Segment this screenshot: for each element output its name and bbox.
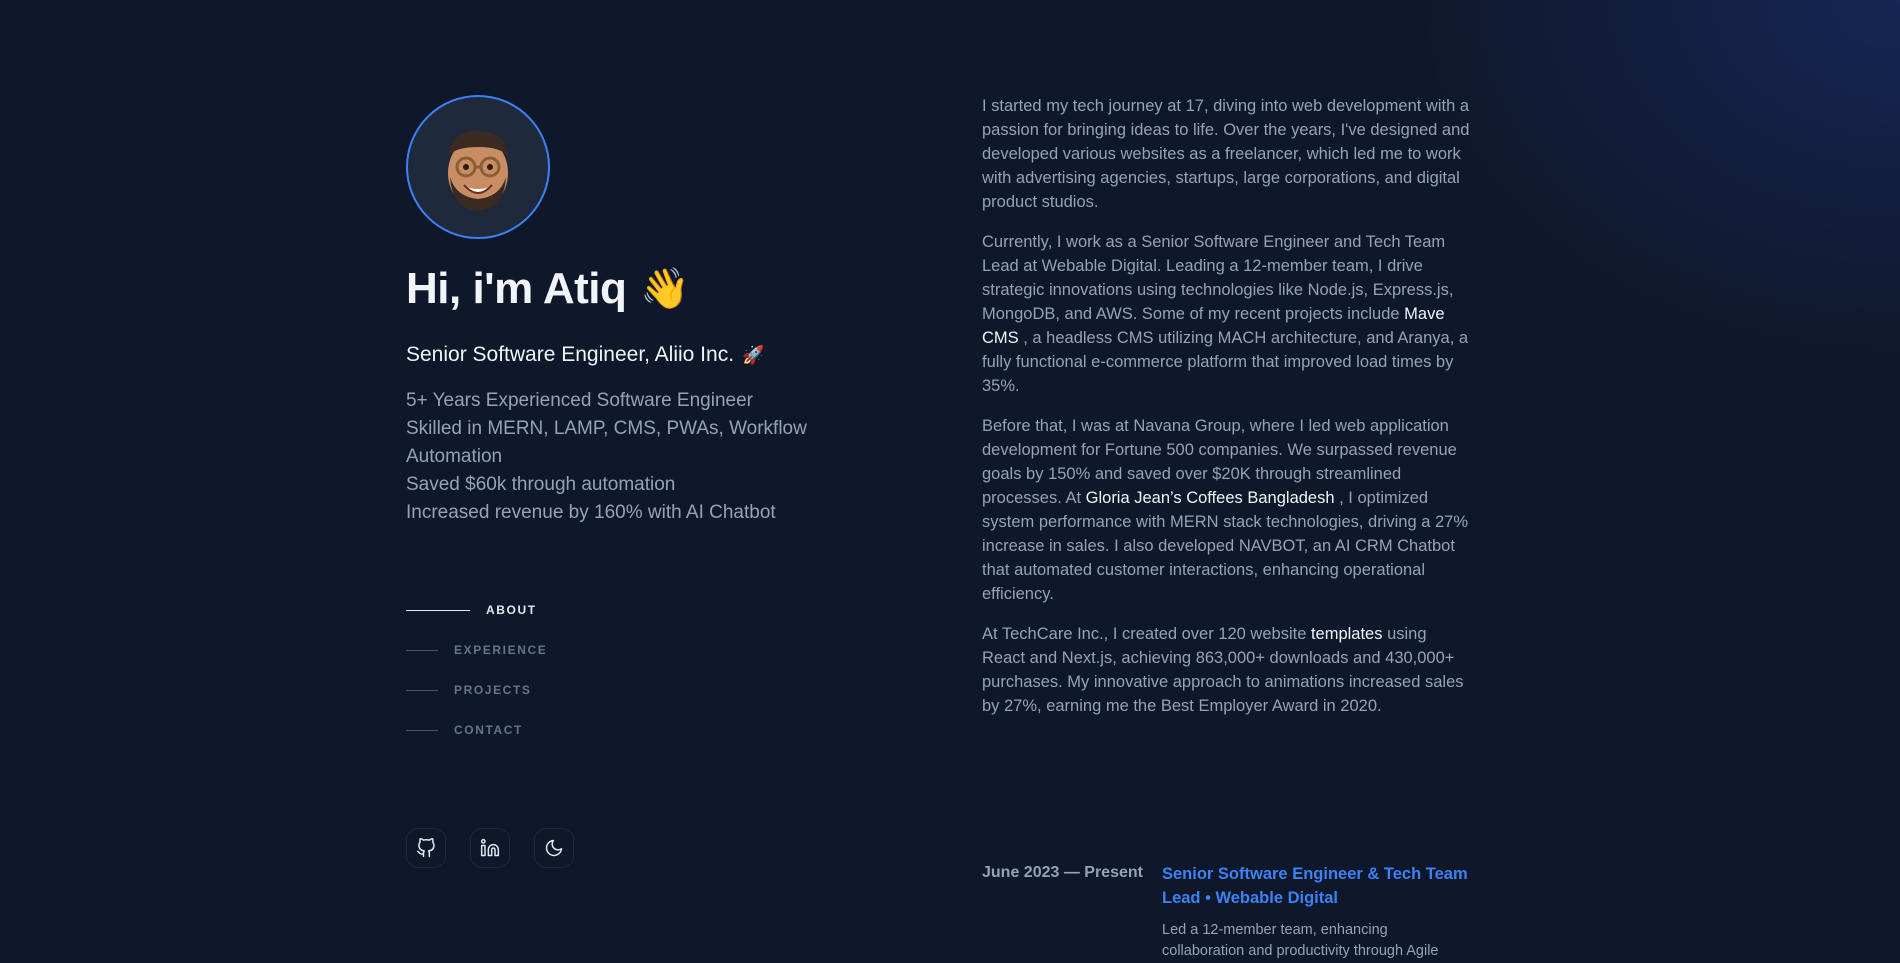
highlight-item: Skilled in MERN, LAMP, CMS, PWAs, Workfl… (406, 418, 807, 467)
nav-item-contact[interactable]: CONTACT (406, 720, 547, 740)
about-text: , a headless CMS utilizing MACH architec… (982, 329, 1469, 395)
nav-label: ABOUT (486, 603, 537, 617)
github-icon (416, 838, 435, 858)
experience-date: June 2023 — Present (982, 864, 1143, 881)
templates-link[interactable]: templates (1311, 625, 1383, 643)
about-paragraph: I started my tech journey at 17, diving … (982, 97, 1470, 211)
nav-label: CONTACT (454, 723, 523, 737)
nav-indicator-line (406, 689, 438, 691)
experience-item: June 2023 — Present Senior Software Engi… (982, 862, 1472, 962)
nav-item-about[interactable]: ABOUT (406, 600, 547, 620)
highlight-item: Saved $60k through automation (406, 474, 676, 495)
portfolio-page: Hi, i'm Atiq 👋 Senior Software Engineer,… (0, 0, 1900, 963)
experience-body: Senior Software Engineer & Tech Team Lea… (1162, 862, 1472, 962)
role-text: Senior Software Engineer, Aliio Inc. (406, 343, 735, 366)
job-title: Senior Software Engineer, Aliio Inc. 🚀 (406, 343, 826, 367)
theme-toggle-button[interactable] (534, 828, 574, 868)
nav-indicator-line (406, 609, 470, 611)
highlight-item: 5+ Years Experienced Software Engineer (406, 390, 753, 411)
nav-label: PROJECTS (454, 683, 532, 697)
highlights-list: 5+ Years Experienced Software Engineer S… (406, 387, 826, 527)
about-paragraph: Currently, I work as a Senior Software E… (982, 230, 1472, 398)
page-title: Hi, i'm Atiq 👋 (406, 263, 826, 315)
experience-title-link[interactable]: Senior Software Engineer & Tech Team Lea… (1162, 862, 1472, 910)
moon-icon (545, 839, 563, 857)
gloria-jeans-link[interactable]: Gloria Jean’s Coffees Bangladesh (1086, 489, 1335, 507)
profile-header: Hi, i'm Atiq 👋 Senior Software Engineer,… (406, 95, 826, 527)
linkedin-button[interactable] (470, 828, 510, 868)
social-links (406, 828, 574, 868)
nav-indicator-line (406, 649, 438, 651)
greeting-text: Hi, i'm Atiq (406, 264, 627, 313)
rocket-icon: 🚀 (742, 344, 765, 365)
avatar (406, 95, 550, 239)
nav-label: EXPERIENCE (454, 643, 548, 657)
wave-icon: 👋 (640, 267, 690, 311)
nav-indicator-line (406, 729, 438, 731)
highlight-item: Increased revenue by 160% with AI Chatbo… (406, 502, 776, 523)
about-text: At TechCare Inc., I created over 120 web… (982, 625, 1311, 643)
about-paragraph: At TechCare Inc., I created over 120 web… (982, 622, 1472, 718)
linkedin-icon (480, 838, 500, 857)
section-nav: ABOUT EXPERIENCE PROJECTS CONTACT (406, 600, 547, 760)
experience-description: Led a 12-member team, enhancing collabor… (1162, 922, 1439, 959)
about-paragraph: Before that, I was at Navana Group, wher… (982, 414, 1472, 606)
github-button[interactable] (406, 828, 446, 868)
about-text: Currently, I work as a Senior Software E… (982, 233, 1454, 323)
about-section: I started my tech journey at 17, diving … (982, 94, 1472, 734)
nav-item-projects[interactable]: PROJECTS (406, 680, 547, 700)
memoji-avatar-icon (448, 131, 508, 211)
nav-item-experience[interactable]: EXPERIENCE (406, 640, 547, 660)
